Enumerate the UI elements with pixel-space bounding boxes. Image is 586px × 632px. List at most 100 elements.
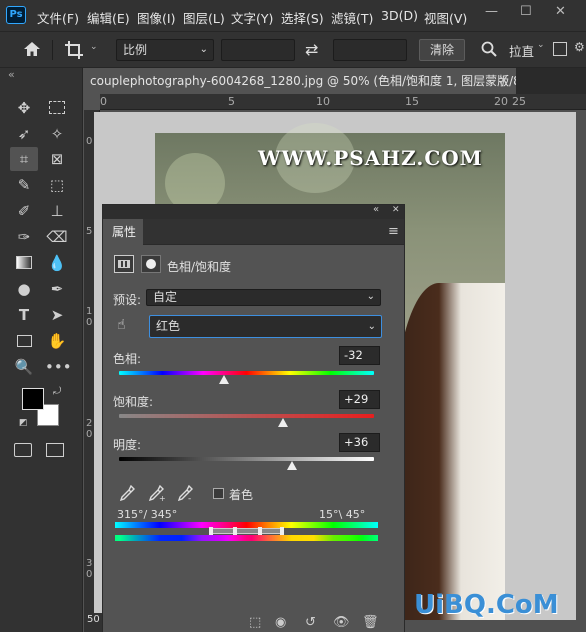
document-tab[interactable]: couplephotography-6004268_1280.jpg @ 50%… (84, 68, 516, 94)
eyedropper-icon[interactable] (119, 485, 135, 501)
chevron-down-icon[interactable]: ⌄ (90, 42, 98, 52)
preset-dropdown[interactable]: 自定 ⌄ (146, 289, 381, 306)
document-title: couplephotography-6004268_1280.jpg @ 50%… (90, 74, 516, 88)
close-window-button[interactable]: ✕ (555, 4, 566, 19)
path-select-icon[interactable]: ➤ (45, 303, 69, 327)
visibility-eye-icon[interactable]: 👁 (333, 615, 350, 630)
menu-view[interactable]: 视图(V) (424, 8, 467, 27)
range-selector[interactable] (211, 528, 283, 534)
lightness-input[interactable]: +36 (339, 433, 380, 452)
range-handle[interactable] (209, 527, 213, 535)
type-tool-icon[interactable]: T (12, 303, 36, 327)
rectangle-tool-icon[interactable] (12, 329, 36, 353)
output-hue-bar (115, 535, 378, 541)
saturation-slider-track[interactable] (119, 414, 374, 418)
delete-icon[interactable]: 🗑 (362, 615, 379, 630)
collapse-panel-icon[interactable]: « (373, 204, 379, 215)
hue-input[interactable]: -32 (339, 346, 380, 365)
ratio-dropdown[interactable]: 比例 ⌄ (116, 39, 214, 61)
screen-mode-icon[interactable] (46, 443, 64, 457)
collapse-toolbar-icon[interactable]: « (8, 68, 15, 81)
history-brush-icon[interactable]: ✑ (12, 225, 36, 249)
range-handle[interactable] (233, 527, 237, 535)
brush-tool-icon[interactable]: ✐ (12, 199, 36, 223)
layer-mask-icon[interactable] (141, 255, 161, 273)
view-previous-icon[interactable]: ◉ (275, 615, 286, 630)
hue-slider-thumb[interactable] (218, 375, 229, 384)
home-icon[interactable] (23, 41, 41, 57)
channel-dropdown[interactable]: 红色 ⌄ (149, 315, 382, 338)
eyedropper-minus-icon[interactable]: - (177, 485, 195, 501)
magic-wand-icon[interactable]: ✧ (45, 122, 69, 146)
range-handle[interactable] (258, 527, 262, 535)
grid-overlay-icon[interactable] (553, 42, 567, 56)
adjustment-layer-icon[interactable] (114, 255, 134, 273)
marquee-tool-icon[interactable] (45, 96, 69, 120)
lightness-slider-thumb[interactable] (287, 461, 298, 470)
eyedropper-plus-icon[interactable]: + (148, 485, 166, 501)
dodge-tool-icon[interactable]: ● (12, 277, 36, 301)
preset-label: 预设: (113, 293, 142, 307)
lightness-label: 明度: (113, 438, 142, 452)
blur-tool-icon[interactable]: 💧 (45, 251, 69, 275)
lightness-slider-track[interactable] (119, 457, 374, 461)
panel-menu-icon[interactable]: ≡ (388, 224, 399, 239)
ruler-label: 3 0 (86, 558, 93, 580)
menu-image[interactable]: 图像(I) (137, 8, 175, 27)
targeted-adjustment-hand-icon[interactable]: ☝ (117, 317, 126, 333)
zoom-tool-icon[interactable]: 🔍 (12, 355, 36, 379)
saturation-input[interactable]: +29 (339, 390, 380, 409)
gradient-tool-icon[interactable] (12, 251, 36, 275)
panel-header: « ✕ (103, 204, 404, 219)
hue-slider-track[interactable] (119, 371, 374, 375)
spot-heal-icon[interactable]: ⬚ (45, 173, 69, 197)
quick-mask-icon[interactable] (14, 443, 32, 457)
clear-button[interactable]: 清除 (419, 39, 465, 61)
pen-tool-icon[interactable]: ✒ (45, 277, 69, 301)
maximize-button[interactable]: ☐ (520, 4, 532, 19)
menu-type[interactable]: 文字(Y) (231, 8, 273, 27)
range-handle[interactable] (280, 527, 284, 535)
eraser-tool-icon[interactable]: ⌫ (45, 225, 69, 249)
svg-text:-: - (188, 494, 191, 501)
eyedropper-tool-icon[interactable]: ✎ (12, 173, 36, 197)
more-tools-icon[interactable]: ••• (45, 355, 72, 379)
more-icon[interactable]: ⚙ (574, 40, 585, 54)
width-field[interactable] (221, 39, 295, 61)
crop-tool-active-icon[interactable]: ⌗ (10, 147, 38, 171)
menu-file[interactable]: 文件(F) (37, 8, 79, 27)
range-right-label: 15°\ 45° (319, 508, 366, 521)
clip-to-layer-icon[interactable]: ⬚ (249, 615, 261, 630)
swap-icon[interactable]: ⇄ (305, 40, 318, 59)
colorize-checkbox[interactable] (213, 488, 224, 499)
panel-tab-bar: 属性 ≡ (103, 219, 404, 245)
saturation-slider-thumb[interactable] (278, 418, 289, 427)
close-panel-icon[interactable]: ✕ (392, 205, 400, 215)
frame-tool-icon[interactable]: ⊠ (45, 147, 69, 171)
menu-layer[interactable]: 图层(L) (183, 8, 225, 27)
search-icon[interactable] (481, 41, 497, 57)
close-tab-icon[interactable]: × (498, 73, 509, 88)
menu-filter[interactable]: 滤镜(T) (331, 8, 373, 27)
minimize-button[interactable]: — (485, 4, 498, 19)
chevron-down-icon[interactable]: ⌄ (537, 40, 545, 50)
default-colors-icon[interactable]: ◩ (19, 418, 28, 428)
reset-icon[interactable]: ↺ (305, 615, 316, 630)
tab-properties[interactable]: 属性 (103, 219, 143, 245)
document-tab-bar: couplephotography-6004268_1280.jpg @ 50%… (84, 68, 586, 94)
ruler-label: 2 0 (86, 418, 93, 440)
height-field[interactable] (333, 39, 407, 61)
swap-colors-icon[interactable]: ⤾ (53, 386, 61, 397)
menu-3d[interactable]: 3D(D) (381, 8, 418, 23)
zoom-level[interactable]: 50 (84, 613, 102, 632)
stamp-tool-icon[interactable]: ⊥ (45, 199, 69, 223)
straighten-button[interactable]: 拉直 (509, 41, 534, 60)
hand-tool-icon[interactable]: ✋ (45, 329, 69, 353)
move-tool-icon[interactable]: ✥ (12, 96, 36, 120)
menu-select[interactable]: 选择(S) (281, 8, 324, 27)
foreground-color-swatch[interactable] (22, 388, 44, 410)
menu-edit[interactable]: 编辑(E) (87, 8, 130, 27)
hue-label: 色相: (113, 352, 142, 366)
crop-tool-icon[interactable] (64, 40, 84, 60)
lasso-tool-icon[interactable]: ➶ (12, 122, 36, 146)
